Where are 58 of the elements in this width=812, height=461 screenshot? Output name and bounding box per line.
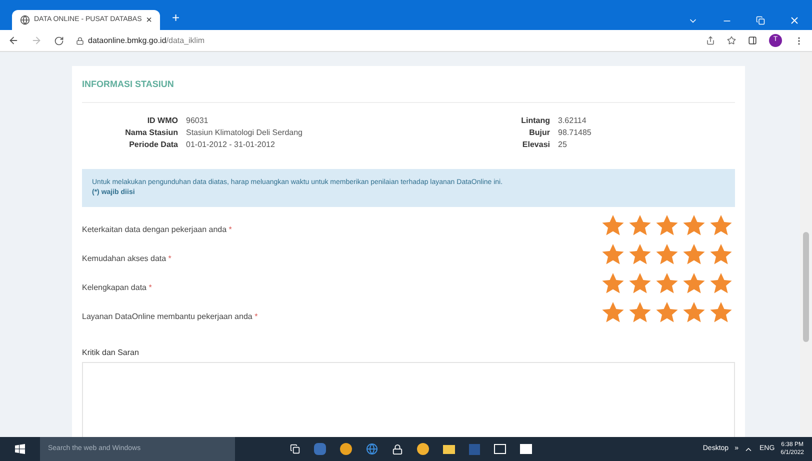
star-icon[interactable] (709, 214, 733, 236)
field-label: Elevasi (521, 138, 550, 150)
reload-icon[interactable] (54, 36, 64, 46)
app-icon[interactable] (417, 443, 429, 455)
new-tab-button[interactable]: + (172, 8, 180, 27)
share-icon[interactable] (706, 36, 715, 45)
url-text: dataonline.bmkg.go.id/data_iklim (88, 34, 205, 46)
rating-label: Kemudahan akses data * (82, 253, 172, 265)
close-icon[interactable] (789, 15, 800, 26)
field-value: 01-01-2012 - 31-01-2012 (186, 138, 276, 150)
lock-icon (76, 36, 84, 44)
star-icon[interactable] (709, 242, 733, 266)
browser-icon[interactable] (366, 443, 378, 455)
rating-label: Layanan DataOnline membantu pekerjaan anda * (82, 311, 258, 323)
star-icon[interactable] (601, 300, 625, 324)
field-label: Nama Stasiun (124, 126, 178, 138)
side-panel-icon[interactable] (748, 36, 757, 45)
rating-label: Kelengkapan data * (82, 282, 152, 294)
forward-icon[interactable] (31, 35, 42, 46)
task-view-icon[interactable] (290, 444, 300, 454)
globe-icon (20, 15, 30, 25)
feedback-label: Kritik dan Saran (82, 346, 140, 358)
field-value: 25 (558, 138, 568, 150)
field-label: ID WMO (146, 114, 178, 126)
star-icon[interactable] (682, 300, 706, 324)
star-icon[interactable] (709, 300, 733, 324)
field-value: 98.71485 (558, 126, 592, 138)
star-icon[interactable] (655, 272, 679, 294)
field-value: 96031 (186, 114, 210, 126)
windows-icon[interactable] (15, 444, 25, 454)
star-icon[interactable] (628, 214, 652, 236)
field-label: Lintang (520, 114, 550, 126)
star-icon[interactable] (601, 242, 625, 266)
field-value: 3.62114 (558, 114, 588, 126)
star-icon[interactable] (655, 300, 679, 324)
star-icon[interactable] (628, 272, 652, 294)
star-icon[interactable] (655, 242, 679, 266)
field-label: Periode Data (128, 138, 178, 150)
star-icon[interactable] (601, 214, 625, 236)
address-field[interactable]: dataonline.bmkg.go.id/data_iklim (76, 34, 694, 46)
star-icon[interactable] (709, 272, 733, 294)
bookmark-icon[interactable] (727, 36, 736, 45)
close-tab-button[interactable]: × (146, 12, 152, 28)
star-icon[interactable] (628, 242, 652, 266)
star-icon[interactable] (655, 214, 679, 236)
rating-label: Keterkaitan data dengan pekerjaan anda * (82, 224, 232, 236)
back-icon[interactable] (8, 35, 19, 46)
star-icon[interactable] (628, 300, 652, 324)
star-icon[interactable] (682, 214, 706, 236)
restore-icon[interactable] (756, 16, 765, 25)
scrollbar[interactable] (800, 52, 812, 437)
star-icon[interactable] (601, 272, 625, 294)
app-icon[interactable] (340, 443, 352, 455)
field-value: Stasiun Klimatologi Deli Serdang (186, 126, 304, 138)
field-label: Bujur (528, 126, 550, 138)
star-icon[interactable] (682, 242, 706, 266)
star-icon[interactable] (682, 272, 706, 294)
section-title: INFORMASI STASIUN (82, 78, 735, 102)
